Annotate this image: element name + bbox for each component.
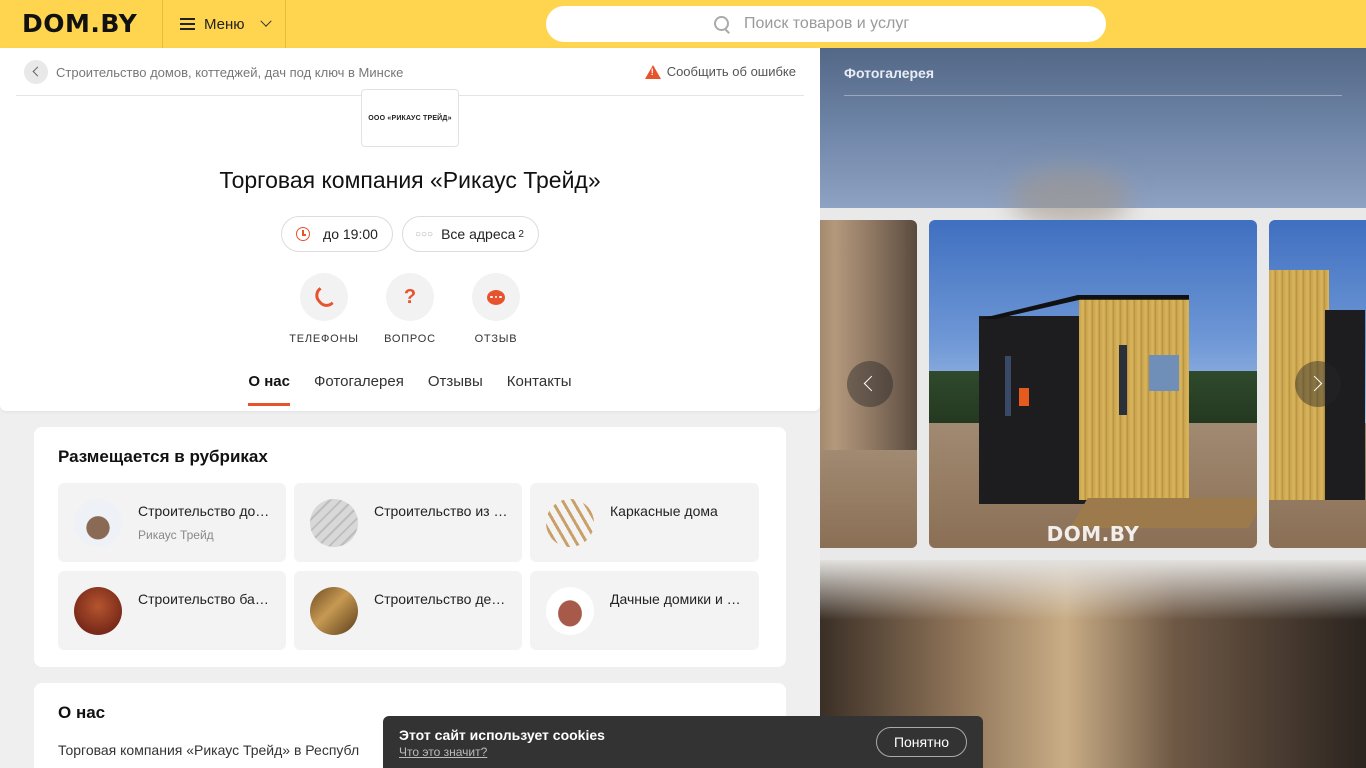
search-input[interactable] [744,15,944,33]
cookie-accept-button[interactable]: Понятно [876,727,967,757]
wooden-house-thumbnail [310,587,358,635]
house-window [1149,355,1179,391]
rubric-item[interactable]: Дачные домики и бытовки [530,571,759,650]
rubric-item[interactable]: Строительство бань и саун [58,571,286,650]
dots-icon: ○○○ [414,228,434,240]
chat-icon [487,289,505,305]
hours-pill[interactable]: до 19:00 [281,216,393,252]
gallery-divider [844,95,1342,96]
photo-gallery: Фотогалерея DOM.BY [820,48,1366,768]
gallery-prev-arrow-icon[interactable] [847,361,893,407]
house-thumbnail [74,499,122,547]
addresses-label: Все адреса [441,226,516,242]
rubric-name: Дачные домики и бытовки [610,591,745,607]
rubric-item[interactable]: Каркасные дома [530,483,759,562]
breadcrumb-link[interactable]: Строительство домов, коттеджей, дач под … [56,65,403,80]
addresses-pill[interactable]: ○○○ Все адреса 2 [401,216,539,252]
rubrics-title: Размещается в рубриках [58,447,268,466]
frame-house-thumbnail [546,499,594,547]
tab-about[interactable]: О нас [248,373,290,406]
question-circle: ? [386,273,434,321]
about-title: О нас [58,703,106,722]
rubric-name: Строительство деревянных домов [374,591,508,607]
top-header: DOM.BY Меню [0,0,1366,48]
chevron-down-icon [259,15,272,27]
warning-icon [644,64,661,79]
info-pills: до 19:00 ○○○ Все адреса 2 [0,216,820,252]
cabin-thumbnail [546,587,594,635]
review-label: ОТЗЫВ [474,333,518,345]
menu-label: Меню [204,15,245,33]
house-window-lit [1019,388,1029,406]
company-title: Торговая компания «Рикаус Трейд» [219,167,601,193]
review-button[interactable]: ОТЗЫВ [472,273,520,345]
report-error-label: Сообщить об ошибке [666,64,796,79]
company-tabs: О нас Фотогалерея Отзывы Контакты [0,373,820,406]
about-text: Торговая компания «Рикаус Трейд» в Респу… [58,742,360,758]
blocks-thumbnail [310,499,358,547]
rubrics-section: Размещается в рубриках Строительство дом… [34,427,786,667]
rubric-name: Строительство домов, коттеджей, дач под … [138,503,272,519]
rubric-item[interactable]: Строительство из газосиликатных блоков [294,483,522,562]
phone-icon [314,287,334,307]
menu-button[interactable]: Меню [162,0,286,48]
house-wood-facade [1079,295,1189,500]
tab-contacts[interactable]: Контакты [507,373,572,403]
clock-icon [296,227,311,241]
company-logo: ООО «РИКАУС ТРЕЙД» [361,89,459,147]
review-circle [472,273,520,321]
phones-button[interactable]: ТЕЛЕФОНЫ [289,273,358,345]
question-icon: ? [403,285,417,308]
rubric-sub: Рикаус Трейд [138,528,214,542]
cookie-title: Этот сайт использует cookies [399,727,605,743]
house-window [1119,345,1127,415]
slide-ground [820,449,917,548]
gallery-title: Фотогалерея [844,65,934,81]
company-card: Строительство домов, коттеджей, дач под … [0,48,820,411]
report-error-link[interactable]: Сообщить об ошибке [644,64,796,79]
gallery-slide-current[interactable]: DOM.BY [929,220,1257,548]
cookie-info-link[interactable]: Что это значит? [399,745,487,759]
watermark-logo: DOM.BY [1046,522,1140,546]
gallery-next-arrow-icon[interactable] [1295,361,1341,407]
rubric-name: Строительство бань и саун [138,591,272,607]
rubric-name: Каркасные дома [610,503,718,519]
search-box[interactable] [546,6,1106,42]
house-dark-facade [1325,310,1365,500]
phones-label: ТЕЛЕФОНЫ [289,333,359,345]
rubric-item[interactable]: Строительство деревянных домов [294,571,522,650]
house-window [1005,356,1011,416]
tab-reviews[interactable]: Отзывы [428,373,483,403]
hamburger-icon [180,18,195,30]
cookie-banner: Этот сайт использует cookies Что это зна… [383,716,983,768]
gallery-header-backdrop: Фотогалерея [820,48,1366,228]
question-button[interactable]: ? ВОПРОС [384,273,436,345]
addresses-count: 2 [518,228,524,240]
back-arrow-icon[interactable] [24,60,48,84]
tab-gallery[interactable]: Фотогалерея [314,373,404,403]
hours-text: до 19:00 [323,226,378,242]
sauna-thumbnail [74,587,122,635]
rubric-name: Строительство из газосиликатных блоков [374,503,508,519]
action-buttons: ТЕЛЕФОНЫ ? ВОПРОС ОТЗЫВ [0,273,820,345]
rubrics-grid: Строительство домов, коттеджей, дач под … [58,483,759,650]
question-label: ВОПРОС [384,333,436,345]
site-logo[interactable]: DOM.BY [22,9,137,38]
search-icon [714,16,730,32]
backdrop-blur [1010,168,1130,228]
phones-circle [300,273,348,321]
rubric-item[interactable]: Строительство домов, коттеджей, дач под … [58,483,286,562]
